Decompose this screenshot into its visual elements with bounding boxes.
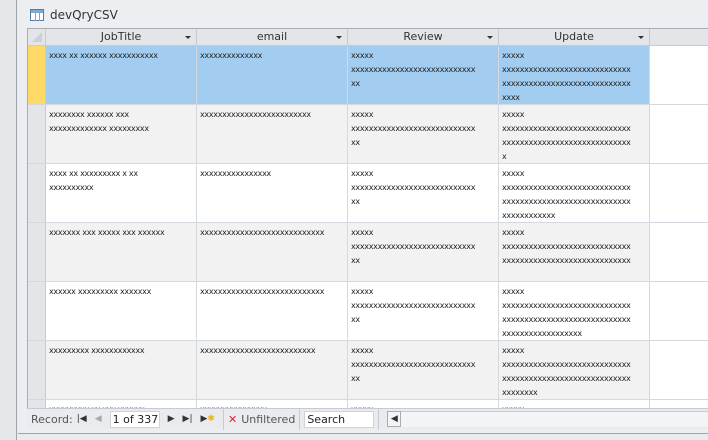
cell-email[interactable]: xxxxxxxxxxxxxxxxxxxxxxxxx	[197, 105, 348, 163]
left-pane-edge	[0, 0, 17, 440]
table-row[interactable]: xxxx xx xxxxxx xxxxxxxxxxx xxxxxxxxxxxxxx…	[28, 46, 708, 105]
column-header-update[interactable]: Update	[499, 29, 650, 45]
column-label: Review	[403, 30, 443, 43]
filter-toggle-button[interactable]: ✕ Unfiltered	[228, 413, 295, 426]
table-row[interactable]: xxxxxx xxxxxxxxx xxxxxxx xxxxxxxxxxxxxxxx…	[28, 282, 708, 341]
window-title: devQryCSV	[50, 8, 118, 22]
window-title-bar: devQryCSV	[30, 6, 118, 24]
dropdown-arrow-icon[interactable]	[336, 36, 342, 39]
cell-update[interactable]: xxxxx xxxxxxxxxxxxxxxxxxxxxxxxxxxxx xxxx…	[499, 105, 650, 163]
dropdown-arrow-icon[interactable]	[638, 36, 644, 39]
cell-update[interactable]: xxxxx	[499, 400, 650, 408]
record-selector[interactable]	[28, 341, 46, 399]
filter-label: Unfiltered	[241, 412, 296, 426]
cell-jobtitle[interactable]: xxxxxxxxx xxxxxxxxxxxx	[46, 341, 197, 399]
cell-review[interactable]: xxxxx xxxxxxxxxxxxxxxxxxxxxxxxxxxx xx	[348, 341, 499, 399]
select-all-button[interactable]	[28, 29, 46, 45]
cell-review[interactable]: xxxxx xxxxxxxxxxxxxxxxxxxxxxxxxxxx xx	[348, 223, 499, 281]
filter-off-icon: ✕	[227, 412, 238, 426]
cell-jobtitle[interactable]: xxxxxxxx xxxxxx xxx xxxxxxxxxxxxx xxxxxx…	[46, 105, 197, 163]
cell-email[interactable]: xxxxxxxxxxxxxxxxxxxxxxxxxxxx	[197, 282, 348, 340]
horizontal-scrollbar[interactable]	[401, 411, 708, 427]
record-selector[interactable]	[28, 46, 46, 104]
cell-update[interactable]: xxxxx xxxxxxxxxxxxxxxxxxxxxxxxxxxxx xxxx…	[499, 282, 650, 340]
cell-jobtitle[interactable]: xxxx xx xxxxxx xxxxxxxxxxx	[46, 46, 197, 104]
record-selector[interactable]	[28, 223, 46, 281]
datasheet-grid: JobTitle email Review Update xxxx xx xxx…	[27, 28, 708, 408]
last-record-icon[interactable]: ▶|	[183, 414, 193, 424]
cell-update[interactable]: xxxxx xxxxxxxxxxxxxxxxxxxxxxxxxxxxx xxxx…	[499, 341, 650, 399]
column-label: JobTitle	[100, 30, 142, 43]
table-row[interactable]: xxxxxxx xxx xxxxx xxx xxxxxx xxxxxxxxxxxx…	[28, 223, 708, 282]
cell-email[interactable]: xxxxxxxxxxxxxx	[197, 46, 348, 104]
cell-jobtitle[interactable]: xxxxxxx xxx xxxxx xxx xxxxxx	[46, 223, 197, 281]
rows-container: xxxx xx xxxxxx xxxxxxxxxxx xxxxxxxxxxxxxx…	[28, 46, 708, 408]
record-selector[interactable]	[28, 164, 46, 222]
cell-jobtitle[interactable]: xxxx xx xxxxxxxxx x xx xxxxxxxxxx	[46, 164, 197, 222]
scroll-left-button[interactable]: ◀	[387, 411, 402, 427]
next-record-icon[interactable]: ▶	[168, 414, 175, 424]
cell-review[interactable]: xxxxx xxxxxxxxxxxxxxxxxxxxxxxxxxxx xx	[348, 105, 499, 163]
table-row[interactable]: xxxxxxxxx xxxxxxxxxxxx xxxxxxxxxxxxxxxxxx…	[28, 341, 708, 400]
search-input[interactable]: Search	[304, 410, 375, 428]
cell-email[interactable]: xxxxxxxxxxxxxxx	[197, 400, 348, 408]
first-record-icon[interactable]: |◀	[77, 414, 87, 424]
record-label: Record:	[31, 412, 73, 426]
column-label: Update	[554, 30, 594, 43]
new-record-icon[interactable]: ▶✱	[201, 414, 215, 424]
record-selector[interactable]	[28, 105, 46, 163]
cell-review[interactable]: xxxxx xxxxxxxxxxxxxxxxxxxxxxxxxxxx xx	[348, 46, 499, 104]
cell-email[interactable]: xxxxxxxxxxxxxxxx	[197, 164, 348, 222]
cell-jobtitle[interactable]: xxxxxx xxxxxxxxx xxxxxxx	[46, 282, 197, 340]
cell-update[interactable]: xxxxx xxxxxxxxxxxxxxxxxxxxxxxxxxxxx xxxx…	[499, 223, 650, 281]
cell-update[interactable]: xxxxx xxxxxxxxxxxxxxxxxxxxxxxxxxxxx xxxx…	[499, 46, 650, 104]
cell-email[interactable]: xxxxxxxxxxxxxxxxxxxxxxxxxxxx	[197, 223, 348, 281]
cell-review[interactable]: xxxxx xxxxxxxxxxxxxxxxxxxxxxxxxxxx xx	[348, 164, 499, 222]
previous-record-icon[interactable]: ◀	[95, 414, 102, 424]
record-selector[interactable]	[28, 282, 46, 340]
divider	[378, 408, 380, 430]
table-row[interactable]: xxxxxxxx xxxxxx xxx xxxxxxxxxxxxx xxxxxx…	[28, 105, 708, 164]
column-header-jobtitle[interactable]: JobTitle	[46, 29, 197, 45]
column-header-review[interactable]: Review	[348, 29, 499, 45]
column-header-email[interactable]: email	[197, 29, 348, 45]
cell-review[interactable]: xxxxx xxxxxxxxxxxxxxxxxxxxxxxxxxxx xx	[348, 282, 499, 340]
current-record-field[interactable]: 1 of 337	[109, 410, 160, 428]
record-navigation-bar: Record: |◀ ◀ 1 of 337 ▶ ▶| ▶✱ ✕ Unfiltere…	[27, 408, 708, 430]
divider	[299, 408, 301, 430]
table-row[interactable]: xxxx xx xxxxxxxxx x xx xxxxxxxxxx xxxxxxx…	[28, 164, 708, 223]
cell-review[interactable]: xxxxx	[348, 400, 499, 408]
query-icon	[30, 9, 44, 21]
divider	[222, 408, 224, 430]
cell-jobtitle[interactable]: xxxxxxxxx xx xxx xxxxxx	[46, 400, 197, 408]
dropdown-arrow-icon[interactable]	[487, 36, 493, 39]
column-label: email	[256, 30, 288, 43]
cell-email[interactable]: xxxxxxxxxxxxxxxxxxxxxxxxxx	[197, 341, 348, 399]
header-row: JobTitle email Review Update	[28, 29, 708, 46]
cell-update[interactable]: xxxxx xxxxxxxxxxxxxxxxxxxxxxxxxxxxx xxxx…	[499, 164, 650, 222]
table-row[interactable]: xxxxxxxxx xx xxx xxxxxxxxxxxxxxxxxxxxxxx…	[28, 400, 708, 408]
record-selector[interactable]	[28, 400, 46, 408]
dropdown-arrow-icon[interactable]	[185, 36, 191, 39]
